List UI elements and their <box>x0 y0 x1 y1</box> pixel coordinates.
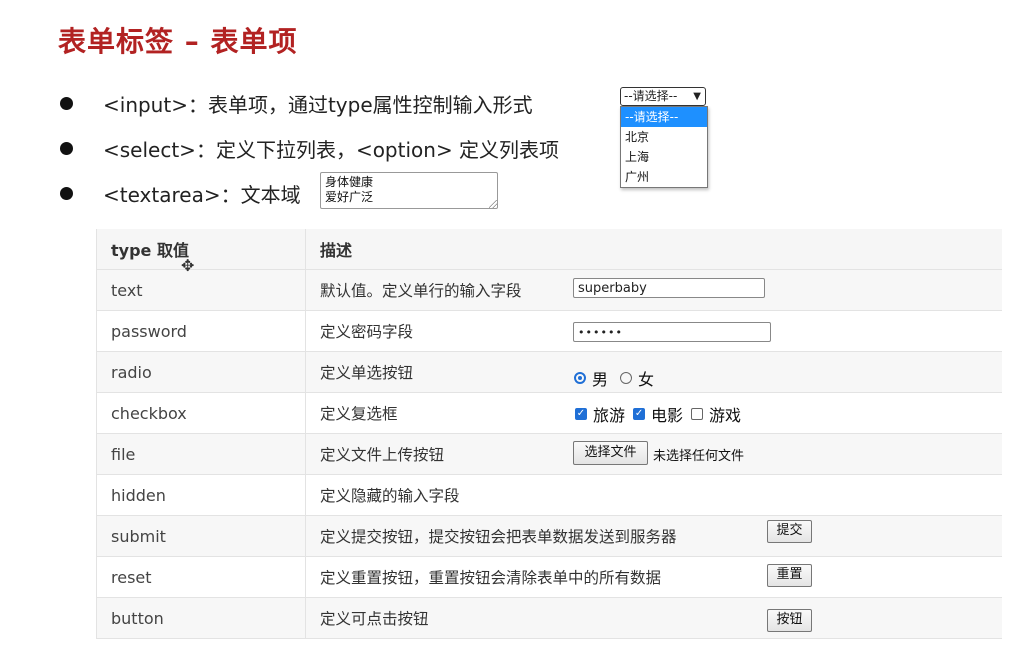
demo-textarea[interactable]: 身体健康 爱好广泛 <box>320 172 498 209</box>
table-row: button 定义可点击按钮 <box>96 597 1002 639</box>
radio-unchecked-icon[interactable] <box>620 372 633 384</box>
table-row: radio 定义单选按钮 <box>96 351 1002 393</box>
bullet-text: <textarea>：文本域 <box>103 182 301 207</box>
checkbox-label: 旅游 <box>593 406 626 425</box>
table-row: hidden 定义隐藏的输入字段 <box>96 474 1002 516</box>
checkbox-label: 游戏 <box>709 406 742 425</box>
demo-checkbox-group: ✓ 旅游 ✓ 电影 游戏 <box>575 402 741 426</box>
choose-file-button[interactable]: 选择文件 <box>573 441 648 465</box>
checkbox-label: 电影 <box>651 406 684 425</box>
type-cell: text <box>96 269 306 311</box>
type-cell: radio <box>96 351 306 393</box>
type-cell: reset <box>96 556 306 598</box>
type-cell: checkbox <box>96 392 306 434</box>
plain-button[interactable]: 按钮 <box>767 609 812 632</box>
demo-radio-group: 男 女 <box>574 366 654 390</box>
checkbox-unchecked-icon[interactable] <box>691 408 704 420</box>
desc-cell: 定义可点击按钮 <box>305 597 1002 639</box>
bullet-dot-icon <box>60 186 73 200</box>
bullet-textarea: <textarea>：文本域 <box>58 176 301 210</box>
checkbox-checked-icon[interactable]: ✓ <box>575 408 587 420</box>
select-dropdown-list: --请选择-- 北京 上海 广州 <box>620 106 708 188</box>
header-type: type 取值 <box>96 229 306 270</box>
reset-button[interactable]: 重置 <box>767 564 812 587</box>
radio-checked-icon[interactable] <box>574 372 586 384</box>
type-cell: submit <box>96 515 306 557</box>
table-row: text 默认值。定义单行的输入字段 <box>96 269 1002 311</box>
radio-label: 女 <box>638 370 655 389</box>
table-row: checkbox 定义复选框 <box>96 392 1002 434</box>
select-value: --请选择-- <box>624 89 678 103</box>
bullet-input: <input>：表单项，通过type属性控制输入形式 <box>58 86 533 120</box>
page-title: 表单标签 – 表单项 <box>58 25 298 58</box>
type-cell: button <box>96 597 306 639</box>
select-option[interactable]: --请选择-- <box>621 107 707 127</box>
demo-password-input[interactable]: •••••• <box>573 322 771 342</box>
type-cell: file <box>96 433 306 475</box>
select-option[interactable]: 广州 <box>621 167 707 187</box>
bullet-select: <select>：定义下拉列表，<option> 定义列表项 <box>58 131 559 165</box>
checkbox-checked-icon[interactable]: ✓ <box>633 408 646 420</box>
bullet-dot-icon <box>60 141 73 155</box>
select-option[interactable]: 上海 <box>621 147 707 167</box>
desc-cell: 定义隐藏的输入字段 <box>305 474 1002 516</box>
table-row: file 定义文件上传按钮 <box>96 433 1002 475</box>
type-table: type 取值 描述 text 默认值。定义单行的输入字段 password 定… <box>96 229 1002 639</box>
submit-button[interactable]: 提交 <box>767 520 812 543</box>
bullet-text: <input>：表单项，通过type属性控制输入形式 <box>103 92 533 117</box>
table-row: submit 定义提交按钮，提交按钮会把表单数据发送到服务器 <box>96 515 1002 557</box>
bullet-text: <select>：定义下拉列表，<option> 定义列表项 <box>103 137 560 162</box>
bullet-dot-icon <box>60 96 73 110</box>
radio-label: 男 <box>592 370 609 389</box>
desc-cell: 定义提交按钮，提交按钮会把表单数据发送到服务器 <box>305 515 1002 557</box>
file-status: 未选择任何文件 <box>653 449 745 464</box>
chevron-down-icon: ▼ <box>693 91 701 102</box>
table-row: reset 定义重置按钮，重置按钮会清除表单中的所有数据 <box>96 556 1002 598</box>
type-cell: password <box>96 310 306 352</box>
header-desc: 描述 <box>305 229 1002 270</box>
demo-text-input[interactable]: superbaby <box>573 278 765 298</box>
move-cursor-icon: ✥ <box>181 256 195 275</box>
table-row: password 定义密码字段 <box>96 310 1002 352</box>
desc-cell: 定义重置按钮，重置按钮会清除表单中的所有数据 <box>305 556 1002 598</box>
select-option[interactable]: 北京 <box>621 127 707 147</box>
table-header-row: type 取值 描述 <box>96 229 1002 270</box>
demo-select[interactable]: --请选择-- ▼ <box>620 87 706 106</box>
type-cell: hidden <box>96 474 306 516</box>
